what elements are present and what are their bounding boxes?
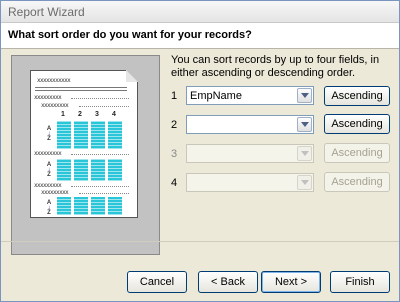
sort-order-4-button: Ascending (324, 172, 390, 192)
next-button[interactable]: Next > (261, 271, 321, 293)
back-button[interactable]: < Back (198, 271, 258, 293)
preview-dots (71, 98, 129, 99)
preview-group-text: xxxxxxxxx (41, 102, 69, 109)
za-letter: Z (47, 210, 51, 216)
sort-field-1-combo[interactable]: EmpName (186, 86, 314, 105)
sort-row-1-number: 1 (171, 90, 178, 102)
preview-dots (79, 193, 129, 194)
preview-dots (79, 106, 129, 107)
preview-detail-text: xxxxxxxxx (41, 189, 69, 196)
preview-col-num: 1 (61, 111, 65, 118)
step-question: What sort order do you want for your rec… (8, 29, 252, 41)
report-wizard-window: Report Wizard What sort order do you wan… (0, 0, 400, 302)
footer-separator (1, 241, 399, 242)
sort-instructions: You can sort records by up to four field… (171, 54, 396, 80)
preview-col-num: 2 (78, 111, 82, 118)
sort-field-1-value: EmpName (190, 90, 242, 102)
wizard-body: xxxxxxxxxxx xxxxxxxxx xxxxxxxxx 1 2 3 4 … (1, 49, 399, 301)
za-letter: Z (47, 172, 51, 178)
page-fold-icon (126, 70, 138, 82)
preview-rule (35, 87, 127, 88)
instructions-text: You can sort records by up to four field… (171, 54, 380, 79)
sort-field-2-combo[interactable] (186, 115, 314, 134)
finish-button[interactable]: Finish (330, 271, 390, 293)
wizard-header: What sort order do you want for your rec… (1, 23, 399, 49)
title-bar[interactable]: Report Wizard (1, 1, 399, 23)
sort-az-icon: A ↓ Z (45, 126, 53, 142)
za-letter: Z (47, 136, 51, 142)
preview-cell (74, 159, 88, 181)
preview-dots (71, 186, 129, 187)
preview-cell (108, 197, 122, 215)
preview-page: xxxxxxxxxxx xxxxxxxxx xxxxxxxxx 1 2 3 4 … (30, 70, 138, 218)
preview-group-text: xxxxxxxxx (34, 94, 62, 101)
chevron-down-icon[interactable] (297, 117, 312, 132)
sort-order-2-button[interactable]: Ascending (324, 114, 390, 134)
chevron-down-icon (297, 146, 312, 161)
sort-field-3-combo (186, 144, 314, 163)
preview-rule (35, 90, 127, 91)
preview-cell (57, 121, 71, 149)
sort-row-3-number: 3 (171, 148, 178, 160)
cancel-button[interactable]: Cancel (127, 271, 187, 293)
preview-cell (108, 121, 122, 149)
window-title: Report Wizard (8, 5, 85, 19)
preview-cell (74, 197, 88, 215)
preview-dots (71, 154, 129, 155)
preview-col-num: 3 (95, 111, 99, 118)
sort-az-icon: A ↓ Z (45, 200, 53, 216)
preview-cell (74, 121, 88, 149)
preview-cell (91, 159, 105, 181)
chevron-down-icon (297, 175, 312, 190)
chevron-down-icon[interactable] (297, 88, 312, 103)
sort-az-icon: A ↓ Z (45, 162, 53, 178)
preview-cell (57, 197, 71, 215)
preview-detail-text: xxxxxxxxx (34, 150, 62, 157)
preview-cell (91, 197, 105, 215)
sort-preview-image: xxxxxxxxxxx xxxxxxxxx xxxxxxxxx 1 2 3 4 … (11, 55, 160, 255)
preview-title-text: xxxxxxxxxxx (37, 77, 71, 84)
sort-order-1-button[interactable]: Ascending (324, 86, 390, 106)
sort-row-4-number: 4 (171, 177, 178, 189)
sort-order-3-button: Ascending (324, 143, 390, 163)
preview-cell (108, 159, 122, 181)
preview-col-num: 4 (112, 111, 116, 118)
sort-row-2-number: 2 (171, 119, 178, 131)
preview-cell (57, 159, 71, 181)
preview-cell (91, 121, 105, 149)
sort-field-4-combo (186, 173, 314, 192)
